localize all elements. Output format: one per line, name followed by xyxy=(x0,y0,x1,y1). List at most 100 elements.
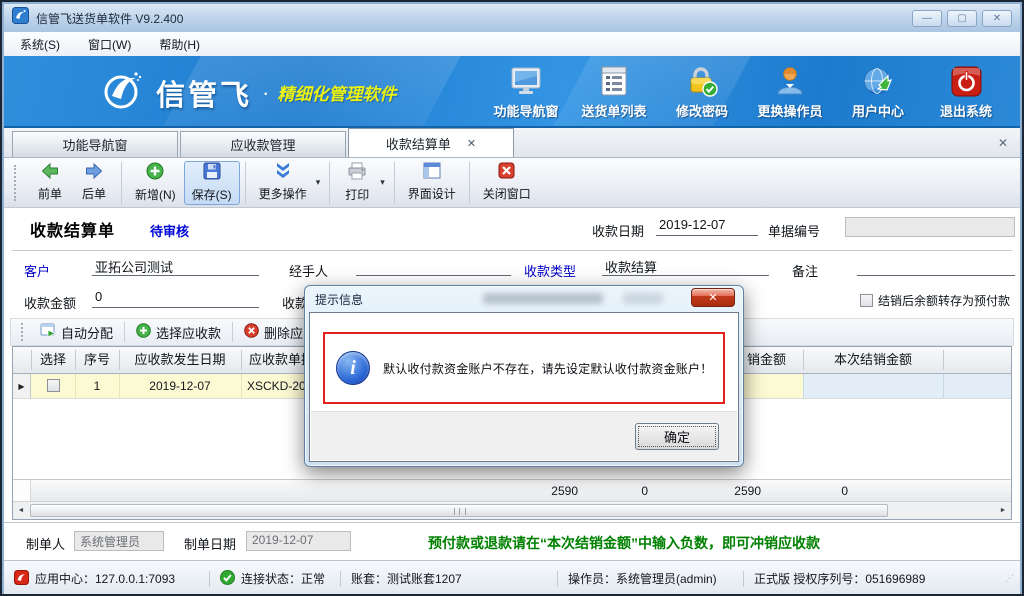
tab-strip: 功能导航窗 应收款管理 收款结算单 ✕ ✕ xyxy=(4,128,1020,158)
toolbar-separator xyxy=(329,162,330,204)
tab-nav-window[interactable]: 功能导航窗 xyxy=(12,131,178,157)
toolbar-separator xyxy=(469,162,470,204)
status-operator: 操作员：系统管理员(admin) xyxy=(558,569,743,589)
toolbar-separator xyxy=(121,162,122,204)
tab-receivables[interactable]: 应收款管理 xyxy=(180,131,346,157)
checkbox-box[interactable] xyxy=(860,294,873,307)
horizontal-scrollbar[interactable]: ◄ ► xyxy=(13,501,1011,519)
switch-operator-button[interactable]: 更换操作员 xyxy=(746,65,834,120)
close-button[interactable]: ✕ xyxy=(982,10,1012,27)
row-select-cell[interactable] xyxy=(31,374,75,399)
scroll-left-arrow[interactable]: ◄ xyxy=(13,503,29,518)
tabstrip-close-icon[interactable]: ✕ xyxy=(998,136,1008,150)
more-actions-button[interactable]: 更多操作 xyxy=(251,161,315,205)
row-checkbox[interactable] xyxy=(47,379,60,392)
handler-field[interactable] xyxy=(356,257,511,276)
delivery-list-button[interactable]: 送货单列表 xyxy=(570,65,658,120)
column-divider xyxy=(119,350,120,370)
glass-smudge xyxy=(623,293,663,304)
handler-label: 经手人 xyxy=(289,261,328,280)
app-logo-icon xyxy=(12,7,29,29)
toolbar-button-label: 后单 xyxy=(82,185,106,202)
customer-field[interactable]: 亚拓公司测试 xyxy=(92,257,259,276)
dialog-title-bar[interactable]: 提示信息 ✕ xyxy=(305,286,743,312)
nav-window-button[interactable]: 功能导航窗 xyxy=(482,65,570,120)
tab-close-icon[interactable]: ✕ xyxy=(467,137,476,150)
user-center-button[interactable]: 用户中心 xyxy=(834,65,922,120)
scrollbar-thumb[interactable] xyxy=(30,504,888,517)
toolbar-separator xyxy=(394,162,395,204)
toolbar-separator xyxy=(124,322,125,342)
application-window: 信管飞送货单软件 V9.2.400 — ▢ ✕ 系统(S) 窗口(W) 帮助(H… xyxy=(0,0,1024,596)
dropdown-caret-icon[interactable]: ▾ xyxy=(380,177,385,188)
double-chevron-down-icon xyxy=(274,162,292,182)
ui-design-button[interactable]: 界面设计 xyxy=(400,161,464,205)
receipt-type-label[interactable]: 收款类型 xyxy=(524,261,576,280)
receipt-date-label: 收款日期 xyxy=(592,221,644,240)
column-current-settle[interactable]: 本次结销金额 xyxy=(803,347,943,373)
close-red-icon xyxy=(498,162,515,182)
scroll-right-arrow[interactable]: ► xyxy=(995,503,1011,518)
brand-slogan: 精细化管理软件 xyxy=(277,80,396,105)
dropdown-caret-icon[interactable]: ▾ xyxy=(316,177,321,188)
checkbox-label: 结销后余额转存为预付款 xyxy=(878,294,1010,308)
cell-divider xyxy=(803,374,804,398)
toolbar-button-label: 打印 xyxy=(345,186,369,203)
document-list-icon xyxy=(599,65,629,97)
make-date-field: 2019-12-07 xyxy=(246,531,351,551)
column-settled[interactable]: 销金额 xyxy=(747,347,786,373)
grid-totals-row: 2590 0 2590 0 xyxy=(13,479,1011,501)
print-button[interactable]: 打印 xyxy=(335,161,379,205)
grid-button-label: 选择应收款 xyxy=(156,323,221,342)
menu-help[interactable]: 帮助(H) xyxy=(159,36,200,53)
total-current: 0 xyxy=(778,480,848,502)
plus-circle-icon xyxy=(136,323,151,341)
window-layout-icon xyxy=(423,162,441,182)
power-icon xyxy=(951,65,982,97)
brand-separator: · xyxy=(262,80,269,106)
toolbar-button-label: 界面设计 xyxy=(408,185,456,202)
info-icon: i xyxy=(336,351,370,385)
minimize-button[interactable]: — xyxy=(912,10,942,27)
menu-system[interactable]: 系统(S) xyxy=(20,36,60,53)
ok-button[interactable]: 确定 xyxy=(635,423,719,450)
receipt-type-field[interactable]: 收款结算 xyxy=(602,257,769,276)
dialog-close-button[interactable]: ✕ xyxy=(691,288,735,307)
column-select[interactable]: 选择 xyxy=(31,347,75,373)
next-doc-button[interactable]: 后单 xyxy=(72,161,116,205)
menu-window[interactable]: 窗口(W) xyxy=(88,36,131,53)
status-text: 操作员：系统管理员(admin) xyxy=(568,570,717,587)
current-row-marker: ▶ xyxy=(13,374,31,398)
resize-grip[interactable]: ⋰ xyxy=(1005,573,1014,584)
tab-label: 收款结算单 xyxy=(386,134,451,153)
doc-no-label: 单据编号 xyxy=(768,221,820,240)
status-bar: 应用中心：127.0.0.1:7093 连接状态：正常 账套：测试账套1207 … xyxy=(4,560,1020,596)
title-bar: 信管飞送货单软件 V9.2.400 — ▢ ✕ xyxy=(4,4,1020,32)
maximize-button[interactable]: ▢ xyxy=(947,10,977,27)
change-password-button[interactable]: 修改密码 xyxy=(658,65,746,120)
amount-field[interactable]: 0 xyxy=(92,289,259,308)
save-button[interactable]: 保存(S) xyxy=(184,161,240,205)
new-button[interactable]: 新增(N) xyxy=(127,161,184,205)
remark-field[interactable] xyxy=(857,257,1015,276)
tab-receipt-settlement[interactable]: 收款结算单 ✕ xyxy=(348,128,514,157)
status-app-center: 应用中心：127.0.0.1:7093 xyxy=(4,569,209,589)
exit-system-button[interactable]: 退出系统 xyxy=(922,65,1010,120)
total-remaining: 2590 xyxy=(691,480,761,502)
dialog-message: 默认收付款资金账户不存在，请先设定默认收付款资金账户！ xyxy=(383,360,712,377)
column-date[interactable]: 应收款发生日期 xyxy=(119,347,241,373)
column-seq[interactable]: 序号 xyxy=(75,347,119,373)
cell-divider xyxy=(75,374,76,398)
close-window-button[interactable]: 关闭窗口 xyxy=(475,161,539,205)
menu-bar: 系统(S) 窗口(W) 帮助(H) xyxy=(4,32,1020,56)
column-divider xyxy=(241,350,242,370)
prev-doc-button[interactable]: 前单 xyxy=(28,161,72,205)
auto-allocate-button[interactable]: 自动分配 xyxy=(31,320,122,344)
receipt-date-field[interactable]: 2019-12-07 xyxy=(656,217,758,236)
customer-label[interactable]: 客户 xyxy=(24,261,50,280)
transfer-checkbox[interactable]: 结销后余额转存为预付款 xyxy=(860,292,1010,310)
status-connection: 连接状态：正常 xyxy=(210,569,340,589)
select-receivable-button[interactable]: 选择应收款 xyxy=(127,320,230,344)
status-text: 正式版 授权序列号：051696989 xyxy=(754,570,925,587)
toolbar-button-label: 保存(S) xyxy=(192,186,232,203)
